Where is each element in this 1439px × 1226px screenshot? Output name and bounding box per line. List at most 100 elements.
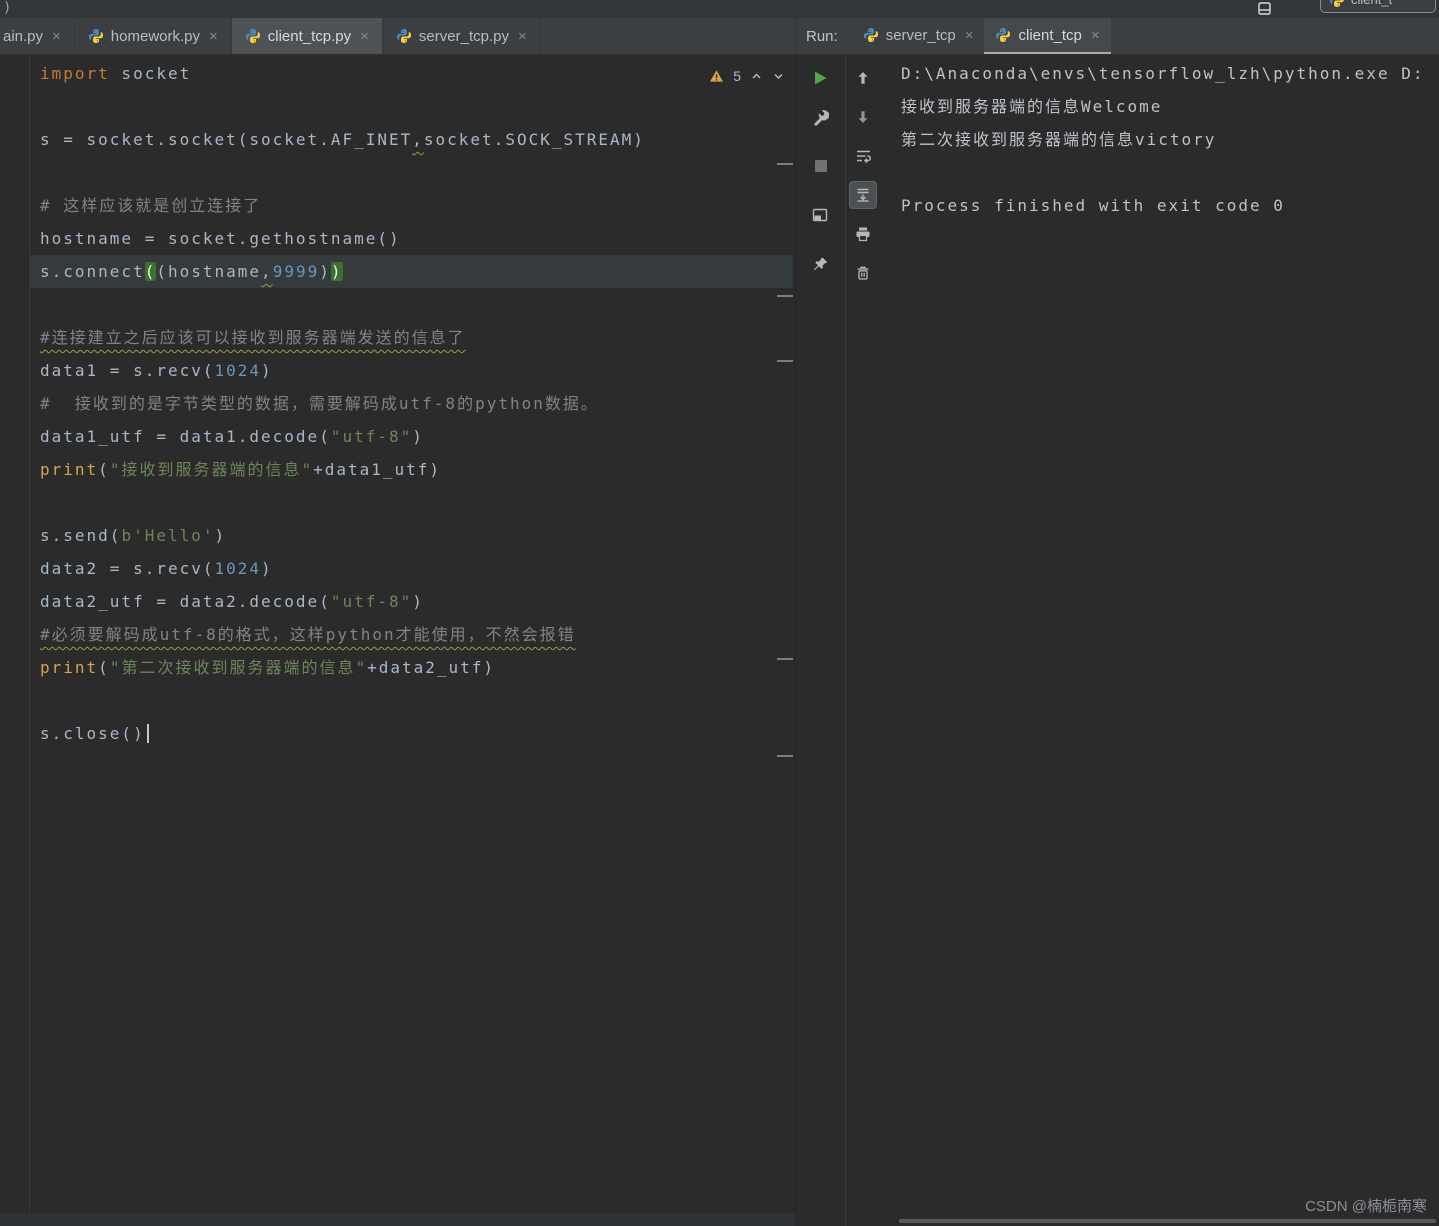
code-token: # 这样应该就是创立连接了	[40, 196, 262, 215]
tab-main-py[interactable]: ain.py ×	[0, 18, 75, 54]
clear-all-button[interactable]	[849, 259, 877, 287]
code-token: 1024	[214, 361, 262, 380]
code-token: data2_utf = data2.decode(	[40, 592, 331, 611]
code-line[interactable]: # 接收到的是字节类型的数据，需要解码成utf-8的python数据。	[30, 387, 793, 420]
code-token: socket	[109, 64, 192, 83]
window-widget-icon[interactable]	[1258, 2, 1271, 18]
code-line[interactable]: print("接收到服务器端的信息"+data1_utf)	[30, 453, 793, 486]
close-icon[interactable]: ×	[1091, 27, 1100, 44]
close-icon[interactable]: ×	[360, 28, 369, 45]
code-token: 9999	[272, 262, 320, 281]
code-line[interactable]: s.send(b'Hello')	[30, 519, 793, 552]
code-line[interactable]: # 这样应该就是创立连接了	[30, 189, 793, 222]
close-icon[interactable]: ×	[209, 28, 218, 45]
tab-homework-py[interactable]: homework.py ×	[75, 18, 232, 54]
code-line[interactable]: s.connect((hostname,9999))	[30, 255, 793, 288]
error-stripe-mark[interactable]	[777, 163, 793, 165]
code-token: +data1_utf)	[313, 460, 442, 479]
watermark: CSDN @楠栀南寒	[1305, 1198, 1427, 1215]
code-line[interactable]: s = socket.socket(socket.AF_INET,socket.…	[30, 123, 793, 156]
stop-button[interactable]	[807, 152, 835, 180]
code-token: (	[98, 460, 110, 479]
code-line[interactable]: s.close()	[30, 717, 793, 750]
run-config-selector[interactable]: client_t	[1320, 0, 1436, 13]
pin-icon	[813, 257, 828, 270]
python-icon	[396, 28, 412, 44]
prev-occurrence-button[interactable]	[849, 64, 877, 92]
code-token: import	[40, 64, 110, 83]
next-warning-icon[interactable]	[772, 70, 785, 82]
pin-tab-button[interactable]	[807, 250, 835, 278]
code-line[interactable]	[30, 684, 793, 717]
tab-server-tcp-py[interactable]: server_tcp.py ×	[383, 18, 541, 54]
code-line[interactable]: #必须要解码成utf-8的格式，这样python才能使用，不然会报错	[30, 618, 793, 651]
tab-label: ain.py	[3, 27, 44, 45]
console-line: Process finished with exit code 0	[901, 196, 1285, 215]
run-tab-server-tcp[interactable]: server_tcp ×	[852, 18, 985, 54]
code-token: )	[412, 427, 424, 446]
code-token: +data2_utf)	[367, 658, 496, 677]
print-button[interactable]	[849, 220, 877, 248]
restore-layout-icon	[812, 208, 828, 222]
code-token: (	[98, 658, 110, 677]
code-line[interactable]: print("第二次接收到服务器端的信息"+data2_utf)	[30, 651, 793, 684]
restore-layout-button[interactable]	[807, 201, 835, 229]
scroll-to-end-button[interactable]	[849, 181, 877, 209]
code-token: # 接收到的是字节类型的数据，需要解码成utf-8的python数据。	[40, 394, 599, 413]
code-line[interactable]	[30, 486, 793, 519]
code-token: data1 = s.recv(	[40, 361, 215, 380]
console-output[interactable]: D:\Anaconda\envs\tensorflow_lzh\python.e…	[901, 57, 1439, 222]
code-line[interactable]: data2_utf = data2.decode("utf-8")	[30, 585, 793, 618]
tab-label: server_tcp.py	[418, 27, 509, 45]
soft-wrap-button[interactable]	[849, 142, 877, 170]
prev-warning-icon[interactable]	[750, 70, 763, 82]
error-stripe-mark[interactable]	[777, 658, 793, 660]
code-token: data1_utf = data1.decode(	[40, 427, 331, 446]
inspections-widget[interactable]: 5	[709, 68, 785, 84]
code-line[interactable]: data1 = s.recv(1024)	[30, 354, 793, 387]
code-token: )	[261, 361, 273, 380]
edit-configurations-button[interactable]	[807, 103, 835, 131]
code-line[interactable]: import socket	[30, 57, 793, 90]
editor-gutter[interactable]	[0, 55, 30, 1212]
editor-pane[interactable]: import socket s = socket.socket(socket.A…	[0, 55, 795, 1226]
tab-client-tcp-py[interactable]: client_tcp.py ×	[231, 18, 383, 54]
code-line[interactable]: data1_utf = data1.decode("utf-8")	[30, 420, 793, 453]
close-icon[interactable]: ×	[965, 27, 974, 44]
rerun-button[interactable]	[807, 64, 835, 92]
code-line[interactable]	[30, 156, 793, 189]
code-line[interactable]: hostname = socket.gethostname()	[30, 222, 793, 255]
editor-code[interactable]: import socket s = socket.socket(socket.A…	[30, 57, 793, 750]
console-toolbar	[845, 55, 880, 1226]
code-token: print	[40, 460, 99, 479]
next-occurrence-button[interactable]	[849, 103, 877, 131]
code-line[interactable]: #连接建立之后应该可以接收到服务器端发送的信息了	[30, 321, 793, 354]
console-scrollbar[interactable]	[899, 1219, 1436, 1223]
scroll-to-end-icon	[857, 188, 869, 202]
run-panel-title: Run:	[806, 27, 838, 45]
error-stripe-mark[interactable]	[777, 295, 793, 297]
code-token: s.send(	[40, 526, 122, 545]
run-panel-header: Run: server_tcp × client_tcp ×	[795, 18, 1439, 54]
close-icon[interactable]: ×	[52, 28, 61, 45]
console-line: 接收到服务器端的信息Welcome	[901, 97, 1163, 116]
pycharm-window: ) client_t ain.py × homework.py ×	[0, 0, 1439, 1226]
code-token: s.close()	[40, 724, 145, 743]
code-line[interactable]: data2 = s.recv(1024)	[30, 552, 793, 585]
code-line[interactable]	[30, 90, 793, 123]
close-icon[interactable]: ×	[518, 28, 527, 45]
editor-horizontal-scrollbar[interactable]	[0, 1212, 795, 1226]
code-token: data2 = s.recv(	[40, 559, 215, 578]
code-token: #必须要解码成utf-8的格式，这样python才能使用，不然会报错	[40, 625, 576, 644]
soft-wrap-icon	[856, 150, 871, 164]
run-tab-client-tcp[interactable]: client_tcp ×	[984, 18, 1111, 54]
error-stripe-mark[interactable]	[777, 360, 793, 362]
code-token: "第二次接收到服务器端的信息"	[109, 658, 368, 677]
code-line[interactable]	[30, 288, 793, 321]
code-token: (hostname	[156, 262, 262, 281]
titlebar: ) client_t	[0, 0, 1439, 18]
error-stripe-mark[interactable]	[777, 755, 793, 757]
up-arrow-icon	[858, 72, 868, 84]
run-console[interactable]: D:\Anaconda\envs\tensorflow_lzh\python.e…	[880, 55, 1439, 1226]
code-token: hostname = socket.gethostname()	[40, 229, 401, 248]
